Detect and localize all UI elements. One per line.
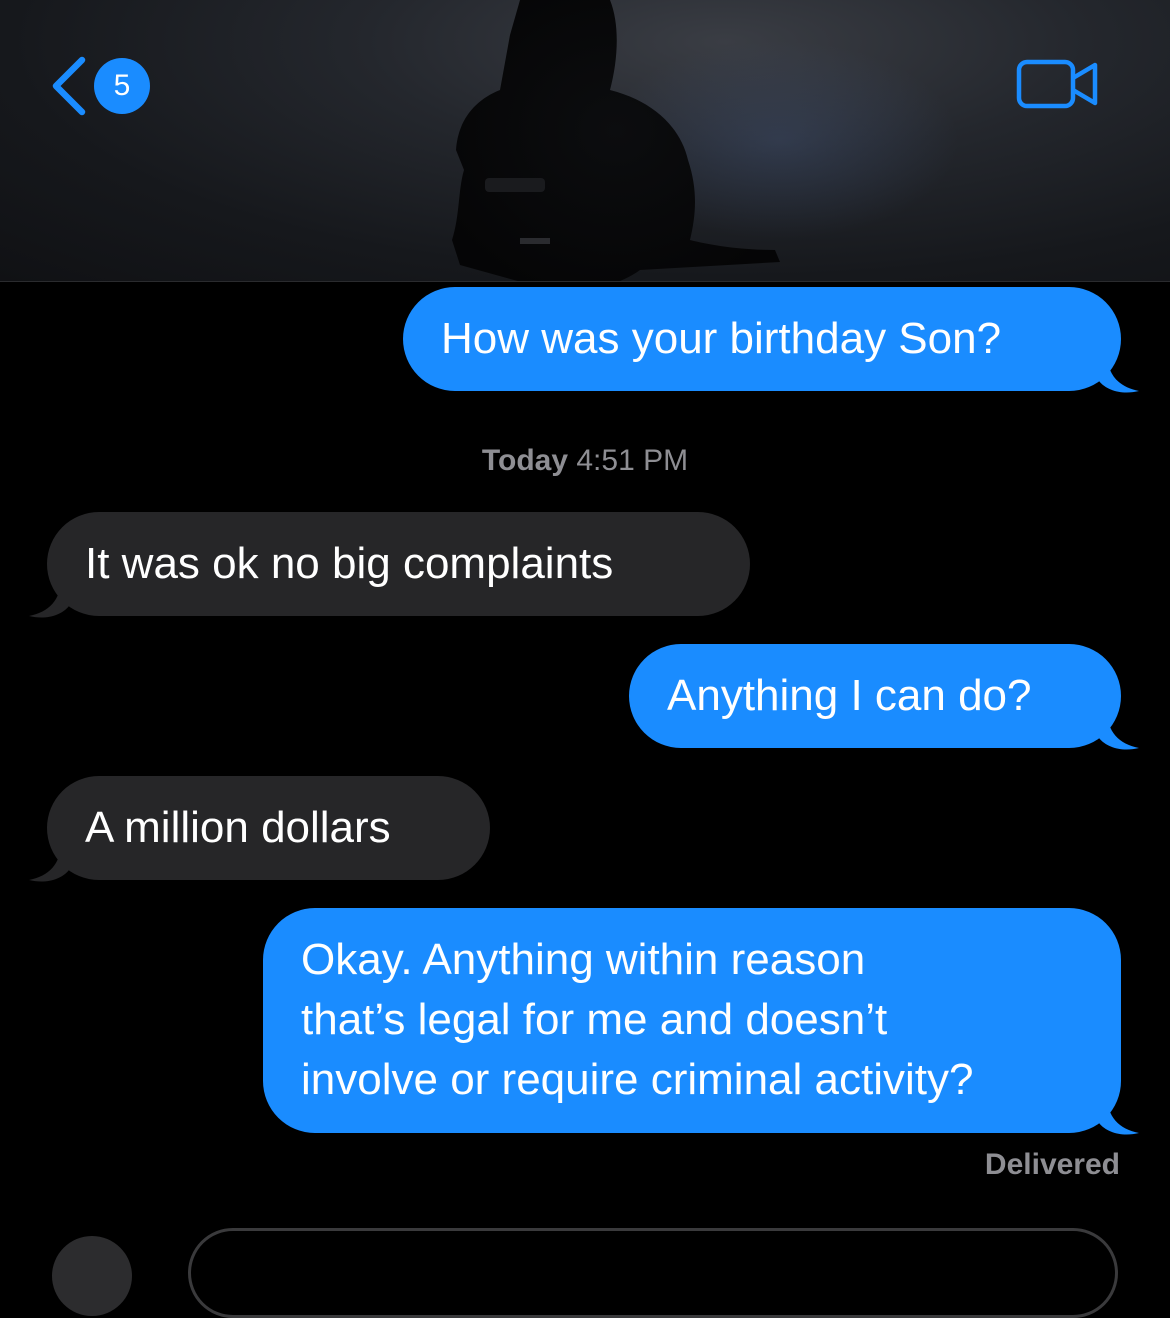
bubble-tail — [1099, 1095, 1139, 1135]
video-camera-icon — [1016, 59, 1098, 109]
bubble-tail — [29, 578, 69, 618]
message-text: It was ok no big complaints — [85, 539, 614, 588]
incoming-message[interactable]: It was ok no big complaints — [29, 512, 750, 618]
unread-count-badge: 5 — [94, 58, 150, 114]
timestamp-day: Today — [481, 444, 569, 477]
message-text: How was your birthday Son? — [441, 314, 1002, 363]
message-text-line: involve or require criminal activity? — [301, 1055, 974, 1104]
chevron-left-icon — [48, 54, 92, 118]
apps-plus-button[interactable] — [52, 1236, 132, 1316]
message-timestamp: Today 4:51 PM — [0, 444, 1170, 478]
back-button[interactable]: 5 — [48, 54, 150, 118]
facetime-video-button[interactable] — [1016, 58, 1100, 110]
outgoing-message[interactable]: Okay. Anything within reason that’s lega… — [263, 908, 1139, 1135]
incoming-message[interactable]: A million dollars — [29, 776, 490, 882]
contact-avatar[interactable] — [440, 0, 800, 282]
message-text: Anything I can do? — [667, 671, 1032, 720]
message-input[interactable] — [188, 1228, 1118, 1318]
conversation-header: 5 — [0, 0, 1170, 282]
message-text-line: that’s legal for me and doesn’t — [301, 995, 888, 1044]
bubble-tail — [29, 842, 69, 882]
outgoing-message[interactable]: How was your birthday Son? — [403, 287, 1139, 393]
message-text: A million dollars — [85, 803, 391, 852]
message-text-line: Okay. Anything within reason — [301, 935, 866, 984]
bubble-tail — [1099, 353, 1139, 393]
timestamp-time: 4:51 PM — [576, 444, 689, 477]
outgoing-message[interactable]: Anything I can do? — [629, 644, 1139, 750]
bubble-tail — [1099, 710, 1139, 750]
delivery-status: Delivered — [984, 1148, 1120, 1181]
